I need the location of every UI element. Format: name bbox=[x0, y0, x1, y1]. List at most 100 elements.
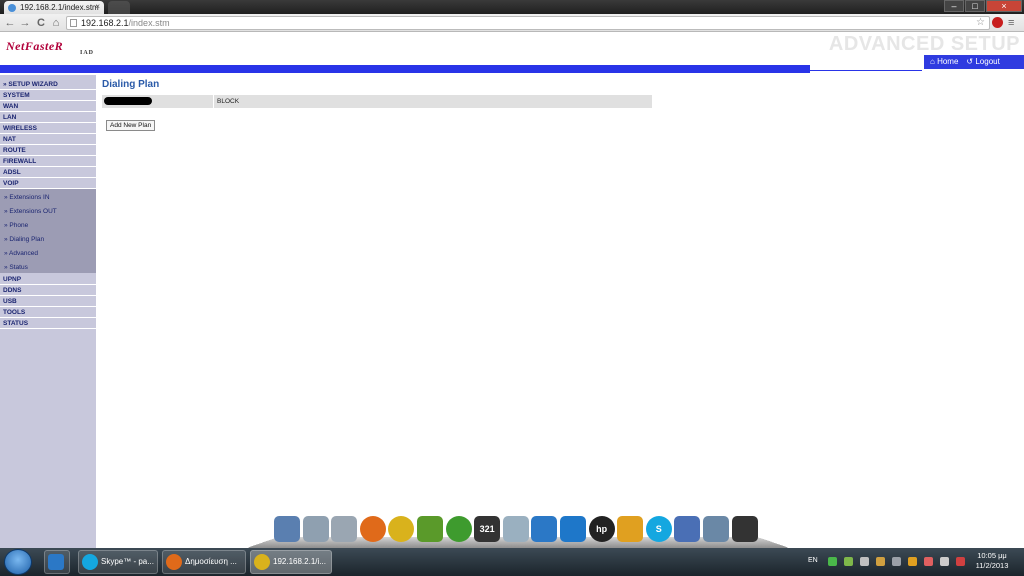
sidebar-item-voip[interactable]: VOIP bbox=[0, 178, 96, 189]
plan-action-cell: BLOCK bbox=[217, 98, 240, 105]
submenu-item-status[interactable]: » Status bbox=[0, 261, 96, 274]
action-center-flag-icon[interactable] bbox=[956, 557, 965, 566]
network-icon[interactable] bbox=[940, 557, 949, 566]
utorrent-icon[interactable] bbox=[445, 516, 472, 542]
dock: 321 hp S bbox=[246, 514, 790, 550]
calculator-icon[interactable] bbox=[502, 516, 529, 542]
submenu-item-phone[interactable]: » Phone bbox=[0, 219, 96, 232]
voip-submenu: » Extensions IN » Extensions OUT » Phone… bbox=[0, 189, 96, 273]
browser-toolbar: ← → C ⌂ 192.168.2.1/index.stm ☆ ≡ bbox=[0, 14, 1024, 32]
new-tab-button[interactable] bbox=[108, 1, 130, 14]
media-player-icon[interactable]: 321 bbox=[474, 516, 501, 542]
sidebar: » SETUP WIZARD SYSTEM WAN LAN WIRELESS N… bbox=[0, 75, 96, 548]
submenu-item-dialing-plan[interactable]: » Dialing Plan bbox=[0, 233, 96, 246]
sidebar-item-adsl[interactable]: ADSL bbox=[0, 167, 96, 178]
hp-icon[interactable]: hp bbox=[588, 516, 615, 542]
page-favicon-icon bbox=[8, 4, 16, 12]
sidebar-item-tools[interactable]: TOOLS bbox=[0, 307, 96, 318]
sidebar-item-wan[interactable]: WAN bbox=[0, 101, 96, 112]
finder-icon[interactable] bbox=[331, 516, 358, 542]
netfaster-logo: NetFasteR IAD bbox=[6, 39, 96, 56]
taskbar-item-label: 192.168.2.1/i... bbox=[273, 557, 326, 566]
tab-router[interactable]: 192.168.2.1/index.stm × bbox=[4, 1, 104, 14]
sidebar-item-firewall[interactable]: FIREWALL bbox=[0, 156, 96, 167]
app-icon[interactable] bbox=[417, 516, 443, 542]
url-path: /index.stm bbox=[128, 18, 170, 28]
clock-date: 11/2/2013 bbox=[975, 561, 1009, 570]
close-tab-icon[interactable]: × bbox=[95, 2, 100, 11]
firefox-icon[interactable] bbox=[359, 516, 386, 542]
sidebar-item-usb[interactable]: USB bbox=[0, 296, 96, 307]
header-bar bbox=[0, 65, 810, 73]
sidebar-item-status[interactable]: STATUS bbox=[0, 318, 96, 329]
monitor-icon[interactable] bbox=[731, 516, 758, 542]
computer-icon[interactable] bbox=[274, 516, 300, 542]
sidebar-item-setup-wizard[interactable]: » SETUP WIZARD bbox=[0, 79, 96, 90]
wrench-menu-icon[interactable]: ≡ bbox=[1008, 16, 1014, 30]
tab-title: 192.168.2.1/index.stm bbox=[20, 3, 99, 12]
taskbar-item-chrome[interactable]: 192.168.2.1/i... bbox=[250, 550, 332, 574]
skype-icon[interactable]: S bbox=[645, 516, 672, 542]
sidebar-item-route[interactable]: ROUTE bbox=[0, 145, 96, 156]
firefox-taskbar-icon bbox=[166, 554, 182, 570]
home-button[interactable]: ⌂ bbox=[49, 16, 63, 30]
taskbar-item-label: Δημοσίευση ... bbox=[185, 557, 237, 566]
forward-button[interactable]: → bbox=[18, 16, 32, 30]
submenu-item-extensions-out[interactable]: » Extensions OUT bbox=[0, 205, 96, 218]
tray-app-icon[interactable] bbox=[828, 557, 837, 566]
plan-number-cell bbox=[102, 95, 214, 108]
sidebar-item-nat[interactable]: NAT bbox=[0, 134, 96, 145]
start-button[interactable] bbox=[4, 549, 32, 575]
tray-app-icon[interactable] bbox=[876, 557, 885, 566]
submenu-item-advanced[interactable]: » Advanced bbox=[0, 247, 96, 260]
tray-app-icon[interactable] bbox=[908, 557, 917, 566]
bookmark-star-icon[interactable]: ☆ bbox=[976, 16, 985, 30]
logo-text: NetFasteR bbox=[6, 39, 64, 53]
sidebar-item-system[interactable]: SYSTEM bbox=[0, 90, 96, 101]
router-page: NetFasteR IAD ADVANCED SETUP ⌂ Home ↺ Lo… bbox=[0, 33, 1024, 548]
logo-subtext: IAD bbox=[79, 50, 94, 56]
recycle-bin-icon[interactable] bbox=[302, 516, 329, 542]
maximize-button[interactable]: □ bbox=[965, 0, 985, 12]
tray-app-icon[interactable] bbox=[844, 557, 853, 566]
address-bar[interactable]: 192.168.2.1/index.stm bbox=[66, 16, 990, 30]
windows-taskbar: Skype™ - pa... Δημοσίευση ... 192.168.2.… bbox=[0, 548, 1024, 576]
folder-icon[interactable] bbox=[617, 516, 644, 542]
skydrive-icon[interactable] bbox=[531, 516, 558, 542]
dialing-plan-row[interactable]: BLOCK bbox=[102, 95, 652, 108]
taskbar-item-firefox[interactable]: Δημοσίευση ... bbox=[162, 550, 246, 574]
system-tray: EN 10:05 μμ 11/2/2013 bbox=[800, 548, 1024, 576]
page-header-title: ADVANCED SETUP bbox=[828, 33, 1020, 55]
extension-icon[interactable] bbox=[992, 17, 1003, 28]
language-indicator[interactable]: EN bbox=[808, 557, 818, 564]
sidebar-item-ddns[interactable]: DDNS bbox=[0, 285, 96, 296]
sidebar-item-lan[interactable]: LAN bbox=[0, 112, 96, 123]
back-button[interactable]: ← bbox=[3, 16, 17, 30]
add-new-plan-button[interactable]: Add New Plan bbox=[106, 120, 156, 131]
tray-app-icon[interactable] bbox=[860, 557, 869, 566]
page-icon bbox=[70, 19, 77, 27]
tray-app-icon[interactable] bbox=[892, 557, 901, 566]
top-navigation: ⌂ Home ↺ Logout bbox=[924, 55, 1024, 69]
close-window-button[interactable]: × bbox=[986, 0, 1022, 12]
taskbar-item-skype[interactable]: Skype™ - pa... bbox=[78, 550, 158, 574]
clock-time: 10:05 μμ bbox=[977, 551, 1007, 560]
url-host: 192.168.2.1 bbox=[81, 18, 129, 28]
teamviewer-icon[interactable] bbox=[560, 516, 586, 542]
taskbar-item-label: Skype™ - pa... bbox=[101, 557, 154, 566]
reload-button[interactable]: C bbox=[34, 16, 48, 30]
window-controls: – □ × bbox=[944, 0, 1022, 12]
dolphin-icon[interactable] bbox=[703, 516, 729, 542]
home-link[interactable]: ⌂ Home bbox=[930, 55, 958, 69]
tray-app-icon[interactable] bbox=[924, 557, 933, 566]
page-title: Dialing Plan bbox=[102, 79, 160, 90]
sidebar-item-upnp[interactable]: UPnP bbox=[0, 274, 96, 285]
sidebar-item-wireless[interactable]: WIRELESS bbox=[0, 123, 96, 134]
logout-link[interactable]: ↺ Logout bbox=[966, 55, 999, 69]
clock[interactable]: 10:05 μμ 11/2/2013 bbox=[972, 551, 1012, 571]
submenu-item-extensions-in[interactable]: » Extensions IN bbox=[0, 191, 96, 204]
minimize-button[interactable]: – bbox=[944, 0, 964, 12]
flash-icon[interactable] bbox=[674, 516, 701, 542]
header-divider bbox=[810, 70, 922, 71]
show-desktop-button[interactable] bbox=[44, 550, 70, 574]
